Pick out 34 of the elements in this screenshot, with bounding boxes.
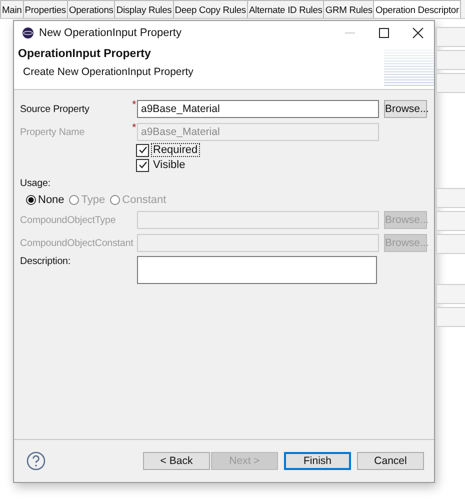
field-label: CompoundObjectConstant <box>20 238 132 248</box>
checkbox[interactable] <box>136 144 149 156</box>
maximize-icon[interactable] <box>378 27 390 39</box>
help-icon[interactable] <box>26 451 46 471</box>
editor-tab[interactable]: Deep Copy Rules <box>172 0 248 18</box>
editor-tab[interactable]: Operations <box>66 0 116 18</box>
wizard-button[interactable]: < Back <box>143 452 210 470</box>
header-subtitle: Create New OperationInput Property <box>22 66 194 78</box>
description-field[interactable] <box>137 256 377 284</box>
editor-tab[interactable]: Main <box>0 0 24 18</box>
wizard-button[interactable]: Cancel <box>357 452 424 470</box>
checkbox-label[interactable]: Required <box>151 143 200 157</box>
editor-tab[interactable]: Properties <box>22 0 68 18</box>
group-label: Usage: <box>20 178 52 188</box>
banner-stripes-icon <box>384 47 434 87</box>
editor-tab[interactable]: Operation Descriptor <box>373 0 461 18</box>
window-title: New OperationInput Property <box>39 27 182 39</box>
required-mark: * <box>132 99 137 111</box>
radio-button[interactable] <box>26 195 36 205</box>
app-icon <box>22 27 34 39</box>
close-icon[interactable] <box>412 27 424 39</box>
browse-button[interactable]: Browse... <box>384 100 427 118</box>
field-label: CompoundObjectType <box>20 214 117 226</box>
field-label: Source Property <box>20 104 90 114</box>
checkbox-label[interactable]: Visible <box>151 158 188 172</box>
text-field[interactable]: a9Base_Material <box>137 100 379 118</box>
checkbox[interactable] <box>136 158 149 172</box>
wizard-button[interactable]: Finish <box>284 452 351 470</box>
required-mark: * <box>132 122 137 134</box>
field-label: Description: <box>20 256 72 267</box>
editor-tab[interactable]: Display Rules <box>114 0 174 18</box>
header-title: OperationInput Property <box>18 48 152 60</box>
field-label: Property Name <box>20 126 86 138</box>
radio-label[interactable]: None <box>38 194 64 206</box>
